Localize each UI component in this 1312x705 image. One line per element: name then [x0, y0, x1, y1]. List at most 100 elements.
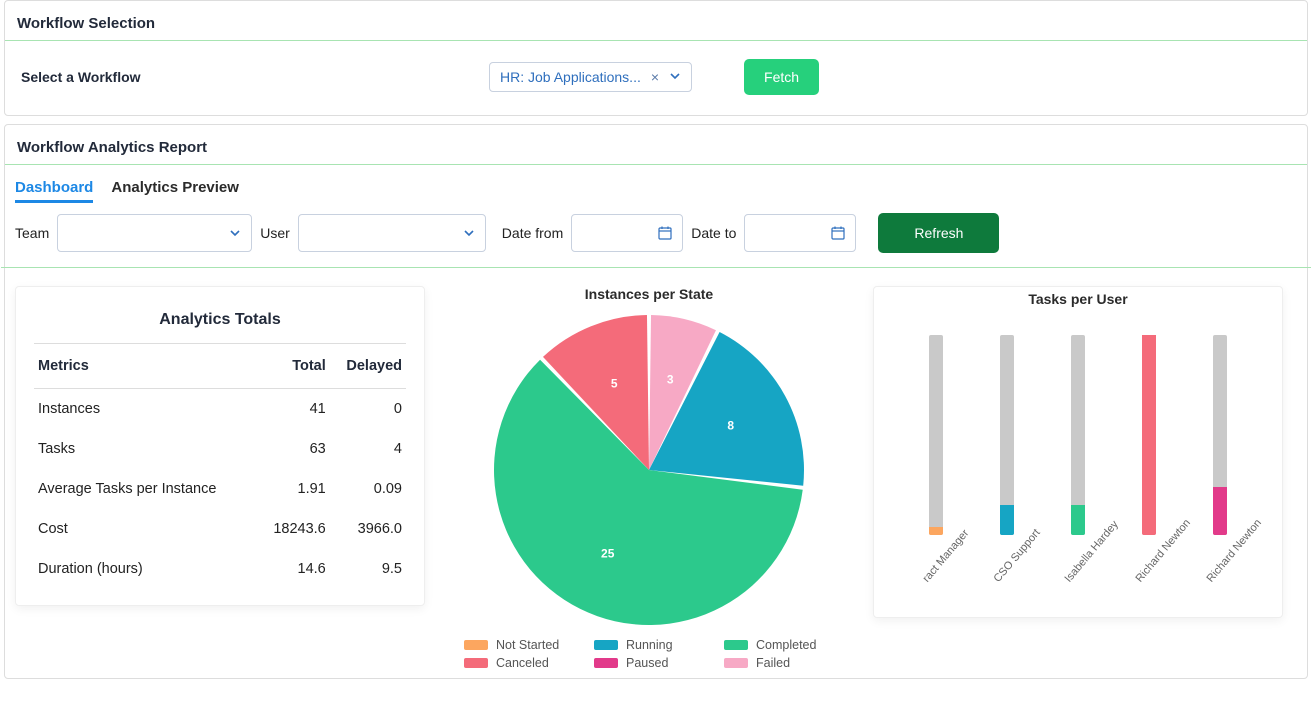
- bar-title: Tasks per User: [892, 291, 1264, 315]
- metric-total: 14.6: [257, 549, 329, 589]
- bar-fill: [929, 527, 943, 535]
- tab-dashboard[interactable]: Dashboard: [15, 179, 93, 203]
- bar-category-label: Isabella Hardey: [1062, 531, 1134, 605]
- table-row: Cost18243.63966.0: [34, 509, 406, 549]
- analytics-totals-card: Analytics Totals Metrics Total Delayed I…: [15, 286, 425, 606]
- legend-label: Failed: [756, 656, 790, 670]
- legend-swatch: [724, 658, 748, 668]
- chevron-down-icon: [229, 227, 241, 239]
- metric-label: Tasks: [34, 429, 257, 469]
- legend-item: Completed: [724, 638, 834, 652]
- table-row: Duration (hours)14.69.5: [34, 549, 406, 589]
- metric-total: 41: [257, 389, 329, 430]
- metric-delayed: 0: [330, 389, 406, 430]
- workflow-select-label: Select a Workflow: [17, 69, 477, 85]
- metric-total: 1.91: [257, 469, 329, 509]
- bar-fill: [1142, 335, 1156, 535]
- legend-label: Not Started: [496, 638, 559, 652]
- table-row: Instances410: [34, 389, 406, 430]
- analytics-totals-title: Analytics Totals: [34, 303, 406, 343]
- report-heading: Workflow Analytics Report: [5, 125, 1307, 165]
- bar-column: [977, 335, 1037, 535]
- col-metrics: Metrics: [34, 344, 257, 389]
- divider: [1, 267, 1311, 268]
- col-total: Total: [257, 344, 329, 389]
- bar-track: [1142, 335, 1156, 535]
- legend-item: Paused: [594, 656, 704, 670]
- report-tabs: Dashboard Analytics Preview: [5, 165, 1307, 213]
- tab-analytics-preview[interactable]: Analytics Preview: [111, 179, 239, 203]
- metric-total: 18243.6: [257, 509, 329, 549]
- bar-column: [1048, 335, 1108, 535]
- legend-item: Canceled: [464, 656, 574, 670]
- legend-label: Running: [626, 638, 673, 652]
- legend-label: Completed: [756, 638, 816, 652]
- chevron-down-icon: [463, 227, 475, 239]
- bar-category-label: ract Manager: [920, 531, 992, 605]
- metric-label: Duration (hours): [34, 549, 257, 589]
- metric-delayed: 4: [330, 429, 406, 469]
- pie-legend: Not Started Running Completed Canceled Pause…: [449, 630, 849, 670]
- analytics-totals-table: Metrics Total Delayed Instances410Tasks6…: [34, 343, 406, 589]
- date-from-label: Date from: [502, 225, 563, 241]
- fetch-button[interactable]: Fetch: [744, 59, 819, 95]
- pie-slice-label: 5: [611, 377, 618, 391]
- legend-item: Failed: [724, 656, 834, 670]
- date-to-input[interactable]: [744, 214, 856, 252]
- bar-track: [1000, 335, 1014, 535]
- legend-swatch: [464, 640, 488, 650]
- metric-delayed: 9.5: [330, 549, 406, 589]
- fetch-button-label: Fetch: [764, 69, 799, 85]
- pie-slice-label: 25: [601, 546, 615, 560]
- workflow-selection-heading: Workflow Selection: [5, 1, 1307, 41]
- cards-row: Analytics Totals Metrics Total Delayed I…: [5, 286, 1307, 670]
- metric-delayed: 0.09: [330, 469, 406, 509]
- pie-slice-label: 3: [667, 372, 674, 386]
- metric-delayed: 3966.0: [330, 509, 406, 549]
- bar-fill: [1000, 505, 1014, 535]
- analytics-report-panel: Workflow Analytics Report Dashboard Anal…: [4, 124, 1308, 679]
- bar-category-label: Richard Newton: [1134, 531, 1206, 605]
- bar-column: [906, 335, 966, 535]
- bar-fill: [1213, 487, 1227, 535]
- date-to-label: Date to: [691, 225, 736, 241]
- pie-chart-svg: 38255: [489, 310, 809, 630]
- legend-label: Paused: [626, 656, 668, 670]
- workflow-select-value: HR: Job Applications...: [500, 69, 641, 85]
- bar-column: [1119, 335, 1179, 535]
- bar-column: [1190, 335, 1250, 535]
- legend-swatch: [594, 658, 618, 668]
- metric-label: Instances: [34, 389, 257, 430]
- metric-total: 63: [257, 429, 329, 469]
- clear-selection-icon[interactable]: ×: [651, 69, 659, 85]
- refresh-button[interactable]: Refresh: [878, 213, 999, 253]
- bar-fill: [1071, 505, 1085, 535]
- legend-label: Canceled: [496, 656, 549, 670]
- bar-labels: ract ManagerCSO SupportIsabella HardeyRi…: [892, 535, 1264, 617]
- calendar-icon: [831, 226, 845, 240]
- metric-label: Cost: [34, 509, 257, 549]
- pie-title: Instances per State: [449, 286, 849, 310]
- refresh-button-label: Refresh: [914, 225, 963, 241]
- user-filter-label: User: [260, 225, 290, 241]
- user-select[interactable]: [298, 214, 486, 252]
- team-select[interactable]: [57, 214, 252, 252]
- col-delayed: Delayed: [330, 344, 406, 389]
- team-filter-label: Team: [15, 225, 49, 241]
- bar-track: [1213, 335, 1227, 535]
- legend-swatch: [724, 640, 748, 650]
- workflow-select[interactable]: HR: Job Applications... ×: [489, 62, 692, 92]
- workflow-selection-panel: Workflow Selection Select a Workflow HR:…: [4, 0, 1308, 116]
- date-from-input[interactable]: [571, 214, 683, 252]
- table-row: Tasks634: [34, 429, 406, 469]
- chevron-down-icon: [669, 69, 681, 85]
- bar-category-label: CSO Support: [991, 531, 1063, 605]
- bar-chart: [892, 315, 1264, 535]
- metric-label: Average Tasks per Instance: [34, 469, 257, 509]
- bar-track: [1071, 335, 1085, 535]
- filters-row: Team User Date from Date to: [5, 213, 1307, 267]
- table-row: Average Tasks per Instance1.910.09: [34, 469, 406, 509]
- legend-swatch: [464, 658, 488, 668]
- calendar-icon: [658, 226, 672, 240]
- legend-swatch: [594, 640, 618, 650]
